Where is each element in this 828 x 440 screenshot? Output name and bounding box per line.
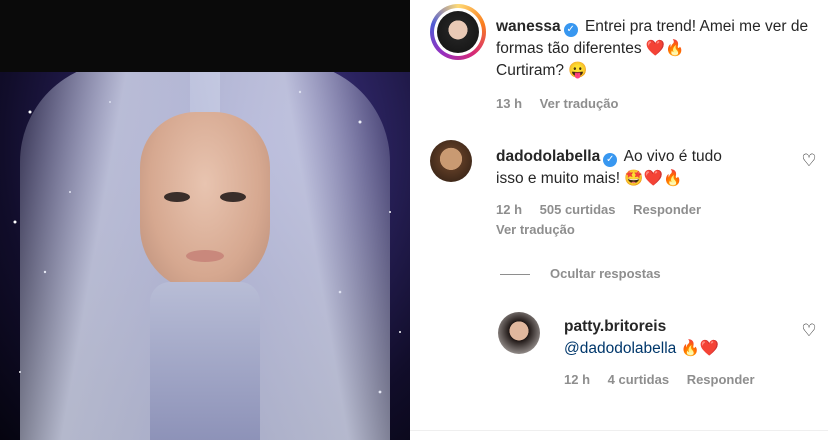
reply-emojis: 🔥❤️ (680, 340, 720, 357)
reply-meta: 12 h 4 curtidas Responder (564, 372, 769, 387)
comment-body: Ao vivo é tudo (623, 148, 722, 165)
translate-link[interactable]: Ver tradução (540, 96, 619, 111)
post-time[interactable]: 13 h (496, 96, 522, 111)
portrait-artwork (0, 72, 410, 440)
caption-emoji2: 😛 (568, 62, 588, 79)
comment-emojis: 🤩❤️🔥 (624, 170, 683, 187)
like-heart-icon[interactable]: ♡ (800, 322, 818, 340)
comment-text: dadodolabella ✓ Ao vivo é tudo isso e mui… (496, 146, 796, 190)
comment-body-line2: isso e muito mais! (496, 170, 621, 187)
divider-line (500, 274, 530, 275)
author-username[interactable]: wanessa (496, 18, 561, 35)
comment-likes[interactable]: 505 curtidas (540, 202, 616, 217)
reply-mention[interactable]: @dadodolabella (564, 340, 676, 357)
lips (186, 250, 224, 262)
post-caption: wanessa ✓ Entrei pra trend! Amei me ver d… (496, 16, 816, 82)
right-eye (220, 192, 246, 202)
caption-line2: Curtiram? (496, 62, 565, 79)
like-heart-icon[interactable]: ♡ (800, 152, 818, 170)
reply-button[interactable]: Responder (633, 202, 701, 217)
left-eye (164, 192, 190, 202)
divider (410, 430, 828, 431)
comment-time[interactable]: 12 h (496, 202, 522, 217)
reply-text: patty.britoreis @dadodolabella 🔥❤️ (564, 316, 794, 360)
verified-icon: ✓ (603, 153, 618, 167)
neck-armor (150, 282, 260, 440)
comment-author[interactable]: dadodolabella (496, 148, 600, 165)
post-image[interactable] (0, 0, 410, 440)
avatar-wanessa[interactable] (430, 4, 486, 60)
reply-author[interactable]: patty.britoreis (564, 318, 666, 335)
avatar-patty[interactable] (498, 312, 540, 354)
translate-link[interactable]: Ver tradução (496, 222, 575, 237)
comment-meta: 12 h 505 curtidas Responder (496, 202, 715, 217)
verified-icon: ✓ (563, 23, 578, 37)
reply-button[interactable]: Responder (687, 372, 755, 387)
face (140, 112, 270, 292)
post-meta: 13 h Ver tradução (496, 96, 632, 111)
comments-panel: wanessa ✓ Entrei pra trend! Amei me ver d… (410, 0, 828, 440)
caption-emojis: ❤️🔥 (645, 40, 685, 57)
comment-translate: Ver tradução (496, 222, 589, 237)
hide-replies-button[interactable]: Ocultar respostas (550, 266, 661, 281)
avatar-dadodolabella[interactable] (430, 140, 472, 182)
reply-time[interactable]: 12 h (564, 372, 590, 387)
reply-likes[interactable]: 4 curtidas (608, 372, 669, 387)
